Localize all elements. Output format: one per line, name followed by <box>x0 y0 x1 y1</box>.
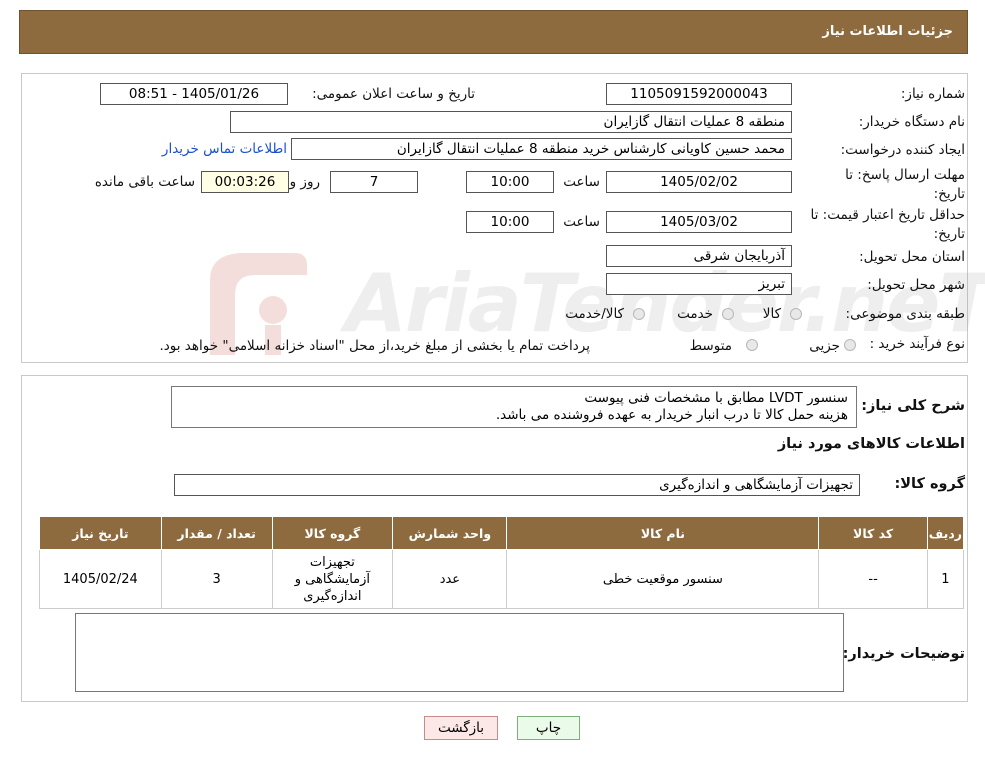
validity-time-field: 10:00 <box>466 211 554 233</box>
buyer-org-field: منطقه 8 عملیات انتقال گازایران <box>230 111 792 133</box>
page-title: جزئیات اطلاعات نیاز <box>822 24 953 39</box>
col-unit: واحد شمارش <box>392 516 508 550</box>
category-option-goods: کالا <box>762 306 781 322</box>
process-payment-note: پرداخت تمام یا بخشی از مبلغ خرید،از محل … <box>159 338 590 354</box>
deadline-label-line1: مهلت ارسال پاسخ: تا <box>845 167 965 183</box>
creator-field: محمد حسین کاویانی کارشناس خرید منطقه 8 ع… <box>291 138 792 160</box>
cell-row-number: 1 <box>926 549 965 609</box>
deadline-label-line2: تاریخ: <box>933 186 965 202</box>
province-label: استان محل تحویل: <box>859 249 965 265</box>
province-field: آذربایجان شرقی <box>606 245 792 267</box>
cell-item-code: -- <box>818 549 928 609</box>
cell-unit: عدد <box>392 549 508 609</box>
buyer-org-label: نام دستگاه خریدار: <box>858 114 965 130</box>
process-option-minor: جزیی <box>809 338 840 354</box>
remaining-time-field: 00:03:26 <box>201 171 289 193</box>
page-header: جزئیات اطلاعات نیاز <box>19 10 968 54</box>
description-textarea[interactable]: سنسور LVDT مطابق با مشخصات فنی پیوست هزی… <box>171 386 857 428</box>
description-line1: سنسور LVDT مطابق با مشخصات فنی پیوست <box>584 390 848 406</box>
cell-quantity: 3 <box>160 549 273 609</box>
goods-group-label: گروه کالا: <box>894 476 965 492</box>
deadline-time-field: 10:00 <box>466 171 554 193</box>
days-label: روز و <box>289 174 320 190</box>
description-label: شرح کلی نیاز: <box>861 398 965 414</box>
validity-label: حداقل تاریخ اعتبار قیمت: تا تاریخ: <box>811 206 965 244</box>
validity-label-line2: تاریخ: <box>933 226 965 242</box>
print-button[interactable]: چاپ <box>517 716 580 740</box>
announce-label: تاریخ و ساعت اعلان عمومی: <box>312 86 475 102</box>
col-quantity: تعداد / مقدار <box>160 516 273 550</box>
deadline-date-field: 1405/02/02 <box>606 171 792 193</box>
category-radio-goods[interactable] <box>790 308 802 320</box>
deadline-time-label: ساعت <box>563 174 600 190</box>
validity-label-line1: حداقل تاریخ اعتبار قیمت: تا <box>810 207 965 223</box>
col-row-number: ردیف <box>926 516 965 550</box>
process-radio-minor[interactable] <box>844 339 856 351</box>
remaining-time-label: ساعت باقی مانده <box>94 174 195 190</box>
validity-time-label: ساعت <box>563 214 600 230</box>
category-label: طبقه بندی موضوعی: <box>845 306 965 322</box>
cell-item-name: سنسور موقعیت خطی <box>506 549 820 609</box>
table-header-row: ردیف کد کالا نام کالا واحد شمارش گروه کا… <box>39 516 965 550</box>
description-line2: هزینه حمل کالا تا درب انبار خریدار به عه… <box>495 407 848 423</box>
process-radio-medium[interactable] <box>746 339 758 351</box>
process-label: نوع فرآیند خرید : <box>869 336 965 352</box>
category-radio-goods-service[interactable] <box>633 308 645 320</box>
goods-group-field: تجهیزات آزمایشگاهی و اندازه‌گیری <box>174 474 860 496</box>
process-option-medium: متوسط <box>689 338 732 354</box>
deadline-label: مهلت ارسال پاسخ: تا تاریخ: <box>845 166 965 204</box>
creator-label: ایجاد کننده درخواست: <box>840 142 965 158</box>
category-option-goods-service: کالا/خدمت <box>565 306 624 322</box>
category-radio-service[interactable] <box>722 308 734 320</box>
buyer-notes-textarea[interactable] <box>75 613 844 692</box>
col-item-code: کد کالا <box>818 516 928 550</box>
col-item-name: نام کالا <box>506 516 820 550</box>
city-label: شهر محل تحویل: <box>867 277 965 293</box>
validity-date-field: 1405/03/02 <box>606 211 792 233</box>
buyer-notes-label: توضیحات خریدار: <box>842 646 965 662</box>
back-button[interactable]: بازگشت <box>424 716 498 740</box>
table-row: 1 -- سنسور موقعیت خطی عدد تجهیزات آزمایش… <box>39 549 965 609</box>
cell-need-date: 1405/02/24 <box>39 549 162 609</box>
goods-section-title: اطلاعات کالاهای مورد نیاز <box>777 436 965 452</box>
col-item-group: گروه کالا <box>271 516 394 550</box>
buyer-contact-link[interactable]: اطلاعات تماس خریدار <box>162 141 287 157</box>
items-table: ردیف کد کالا نام کالا واحد شمارش گروه کا… <box>39 516 965 609</box>
city-field: تبریز <box>606 273 792 295</box>
announce-field: 1405/01/26 - 08:51 <box>100 83 288 105</box>
need-number-field: 1105091592000043 <box>606 83 792 105</box>
need-number-label: شماره نیاز: <box>900 86 965 102</box>
category-option-service: خدمت <box>677 306 713 322</box>
cell-item-group: تجهیزات آزمایشگاهی و اندازه‌گیری <box>271 549 394 609</box>
days-field: 7 <box>330 171 418 193</box>
col-need-date: تاریخ نیاز <box>39 516 162 550</box>
